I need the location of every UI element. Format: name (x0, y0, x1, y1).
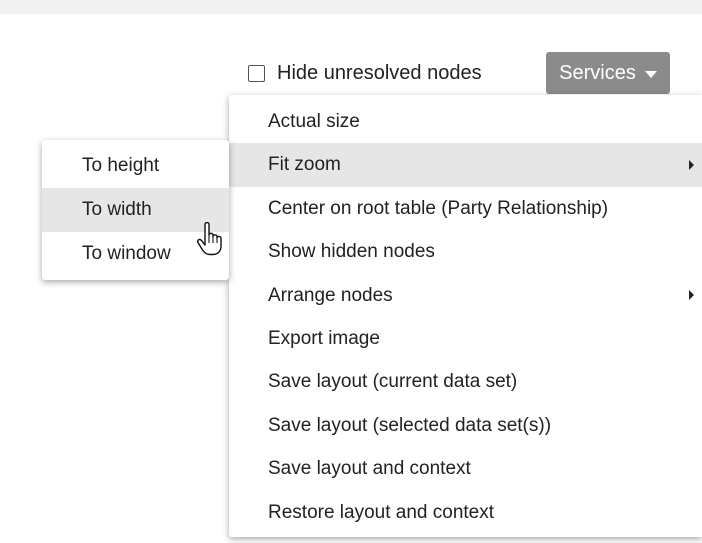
submenu-item-label: To height (82, 155, 160, 176)
menu-item-label: Arrange nodes (268, 284, 393, 306)
menu-item-restore-layout-and-context[interactable]: Restore layout and context (229, 491, 702, 534)
menu-item-center-on-root-table[interactable]: Center on root table (Party Relationship… (229, 187, 702, 230)
caret-down-icon (644, 70, 657, 78)
menu-item-save-layout-current[interactable]: Save layout (current data set) (229, 360, 702, 403)
submenu-item-to-width[interactable]: To width (42, 188, 229, 232)
hide-unresolved-nodes-toggle[interactable]: Hide unresolved nodes (248, 60, 482, 86)
menu-item-label: Center on root table (Party Relationship… (268, 197, 609, 219)
menu-item-fit-zoom[interactable]: Fit zoom (229, 143, 702, 187)
menu-item-label: Fit zoom (268, 154, 341, 176)
services-button[interactable]: Services (546, 52, 670, 94)
fit-zoom-submenu: To height To width To window (42, 140, 229, 280)
menu-item-label: Export image (268, 327, 380, 349)
menu-item-arrange-nodes[interactable]: Arrange nodes (229, 274, 702, 317)
menu-item-label: Save layout (current data set) (268, 371, 518, 393)
menu-item-actual-size[interactable]: Actual size (229, 100, 702, 143)
services-button-label: Services (559, 61, 636, 84)
caret-right-icon (689, 160, 694, 171)
menu-item-label: Restore layout and context (268, 501, 495, 523)
submenu-item-label: To window (82, 243, 171, 264)
menu-item-label: Save layout and context (268, 458, 471, 480)
menu-item-export-image[interactable]: Export image (229, 317, 702, 360)
submenu-item-to-height[interactable]: To height (42, 144, 229, 188)
menu-item-label: Show hidden nodes (268, 241, 435, 263)
menu-item-label: Save layout (selected data set(s)) (268, 414, 552, 436)
submenu-item-label: To width (82, 199, 152, 220)
menu-item-show-hidden-nodes[interactable]: Show hidden nodes (229, 230, 702, 273)
services-menu: Actual size Fit zoom Center on root tabl… (229, 95, 702, 537)
caret-right-icon (689, 290, 694, 301)
hide-unresolved-checkbox[interactable] (248, 64, 265, 82)
top-bar (0, 0, 702, 14)
menu-item-save-layout-and-context[interactable]: Save layout and context (229, 447, 702, 490)
menu-item-label: Actual size (268, 111, 360, 132)
hide-unresolved-label: Hide unresolved nodes (277, 61, 482, 84)
submenu-item-to-window[interactable]: To window (42, 232, 229, 276)
menu-item-save-layout-selected[interactable]: Save layout (selected data set(s)) (229, 404, 702, 447)
